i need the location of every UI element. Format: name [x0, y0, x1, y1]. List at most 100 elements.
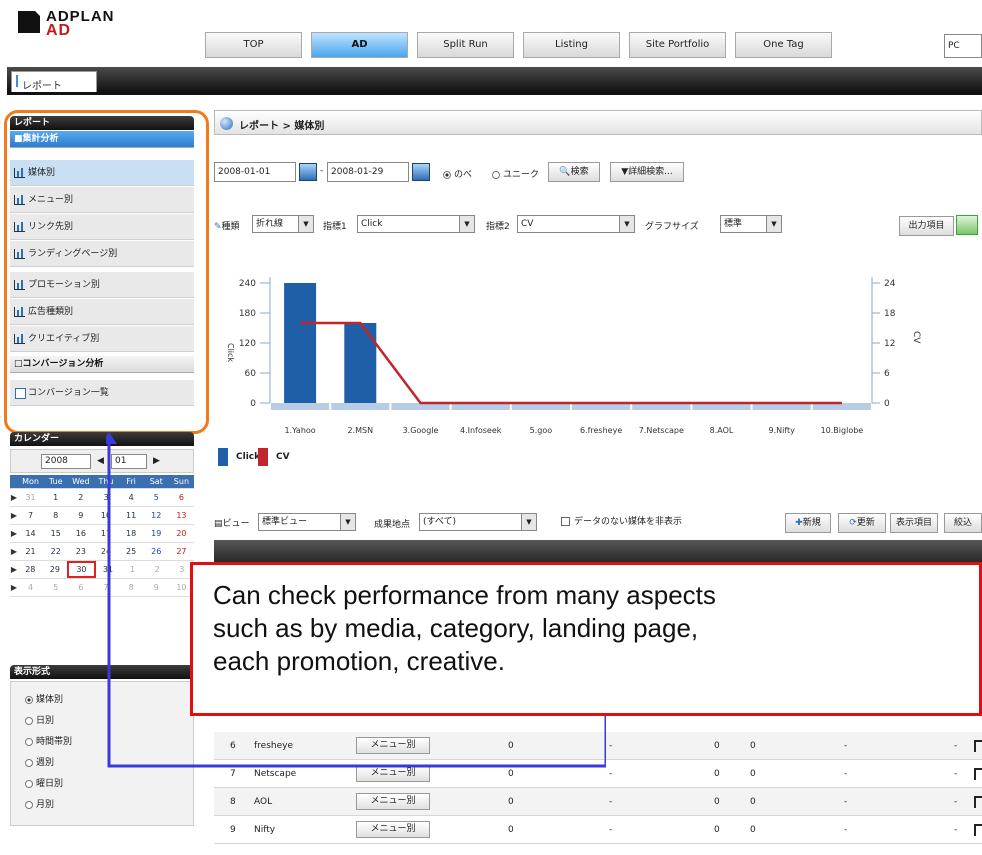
format-option-hourly[interactable]: 時間帯別: [25, 734, 72, 747]
calendar-day[interactable]: 22: [43, 543, 68, 560]
calendar-day[interactable]: 2: [68, 489, 93, 506]
calendar-day[interactable]: 19: [144, 525, 169, 542]
calendar-day[interactable]: 15: [43, 525, 68, 542]
calendar-to-icon[interactable]: [412, 163, 430, 181]
date-to-input[interactable]: 2008-01-29: [327, 162, 409, 182]
calendar-weekday: Sat: [149, 477, 163, 486]
calendar-day[interactable]: 28: [18, 561, 43, 578]
calendar-day[interactable]: 24: [93, 543, 118, 560]
row-menu-button[interactable]: メニュー別: [356, 765, 430, 782]
legend-cv-label: CV: [276, 452, 290, 462]
row-cvr: -: [844, 797, 848, 807]
calendar-day[interactable]: 27: [169, 543, 194, 560]
calendar-prev-icon[interactable]: ◀: [97, 456, 104, 466]
calendar-day[interactable]: 31: [18, 489, 43, 506]
index2-select[interactable]: CV: [517, 215, 635, 233]
calendar-day[interactable]: 29: [43, 561, 68, 578]
tab-report[interactable]: レポート: [11, 71, 97, 94]
calendar-day[interactable]: 11: [119, 507, 144, 524]
calendar-day[interactable]: 30: [67, 561, 96, 578]
row-checkbox[interactable]: [974, 796, 982, 808]
format-option-media[interactable]: 媒体別: [25, 692, 63, 705]
week-arrow-icon[interactable]: ▶: [10, 579, 18, 596]
calendar-day[interactable]: 8: [43, 507, 68, 524]
calendar-day[interactable]: 26: [144, 543, 169, 560]
calendar-day[interactable]: 5: [144, 489, 169, 506]
result-select[interactable]: (すべて): [419, 513, 537, 531]
format-option-weekly[interactable]: 週別: [25, 755, 54, 768]
calendar-day[interactable]: 9: [68, 507, 93, 524]
calendar-day[interactable]: 23: [68, 543, 93, 560]
calendar-day[interactable]: 17: [93, 525, 118, 542]
category-band: [271, 403, 330, 410]
detail-search-button[interactable]: ▼詳細検索...: [610, 162, 684, 182]
calendar-month-select[interactable]: 01: [111, 454, 147, 469]
new-button[interactable]: ✚新規: [785, 513, 831, 533]
filter-button[interactable]: 絞込: [944, 513, 982, 533]
calendar-day[interactable]: 14: [18, 525, 43, 542]
week-arrow-icon[interactable]: ▶: [10, 525, 18, 542]
calendar-day[interactable]: 25: [119, 543, 144, 560]
nav-site-portfolio-button[interactable]: Site Portfolio: [629, 32, 726, 58]
calendar-next-icon[interactable]: ▶: [153, 456, 160, 466]
row-checkbox[interactable]: [974, 824, 982, 836]
calendar-day[interactable]: 5: [43, 579, 68, 596]
row-checkbox[interactable]: [974, 740, 982, 752]
refresh-graph-icon[interactable]: [956, 215, 978, 235]
row-checkbox[interactable]: [974, 768, 982, 780]
graph-type-select[interactable]: 折れ線: [252, 215, 314, 233]
export-button[interactable]: 出力項目: [899, 216, 954, 236]
calendar-day[interactable]: 10: [93, 507, 118, 524]
week-arrow-icon[interactable]: ▶: [10, 489, 18, 506]
row-menu-button[interactable]: メニュー別: [356, 793, 430, 810]
graph-size-select[interactable]: 標準: [720, 215, 782, 233]
index1-select[interactable]: Click: [357, 215, 475, 233]
date-from-input[interactable]: 2008-01-01: [214, 162, 296, 182]
radio-unique[interactable]: ユニーク: [492, 167, 539, 180]
nav-top-button[interactable]: TOP: [205, 32, 302, 58]
calendar-day[interactable]: 20: [169, 525, 194, 542]
calendar-day[interactable]: 9: [144, 579, 169, 596]
calendar-day[interactable]: 13: [169, 507, 194, 524]
pc-field[interactable]: PC: [944, 34, 982, 58]
calendar-day[interactable]: 18: [119, 525, 144, 542]
nav-ad-button[interactable]: AD: [311, 32, 408, 58]
calendar-day[interactable]: 4: [119, 489, 144, 506]
search-button[interactable]: 🔍検索: [548, 162, 600, 182]
format-option-weekday[interactable]: 曜日別: [25, 776, 63, 789]
calendar-day[interactable]: 7: [18, 507, 43, 524]
nav-one-tag-button[interactable]: One Tag: [735, 32, 832, 58]
display-items-button[interactable]: 表示項目: [890, 513, 938, 533]
view-select[interactable]: 標準ビュー: [258, 513, 356, 531]
row-clicks: 0: [508, 825, 514, 835]
calendar-day[interactable]: 7: [93, 579, 118, 596]
calendar-year-select[interactable]: 2008: [41, 454, 91, 469]
calendar-day[interactable]: 12: [144, 507, 169, 524]
table-row: 9 Nifty メニュー別 0 - 0 0 - -: [214, 816, 982, 844]
format-option-daily[interactable]: 日別: [25, 713, 54, 726]
nav-split-run-button[interactable]: Split Run: [417, 32, 514, 58]
x-tick-label: 7.Netscape: [639, 426, 684, 435]
calendar-from-icon[interactable]: [299, 163, 317, 181]
calendar-day[interactable]: 3: [93, 489, 118, 506]
calendar-day[interactable]: 31: [96, 561, 121, 578]
calendar-day[interactable]: 4: [18, 579, 43, 596]
calendar-day[interactable]: 1: [43, 489, 68, 506]
hide-empty-checkbox[interactable]: データのない媒体を非表示: [561, 514, 682, 527]
nav-listing-button[interactable]: Listing: [523, 32, 620, 58]
calendar-day[interactable]: 1: [120, 561, 145, 578]
row-menu-button[interactable]: メニュー別: [356, 821, 430, 838]
calendar-day[interactable]: 21: [18, 543, 43, 560]
week-arrow-icon[interactable]: ▶: [10, 543, 18, 560]
format-option-monthly[interactable]: 月別: [25, 797, 54, 810]
calendar-day[interactable]: 6: [169, 489, 194, 506]
calendar-day[interactable]: 2: [145, 561, 170, 578]
calendar-day[interactable]: 8: [119, 579, 144, 596]
week-arrow-icon[interactable]: ▶: [10, 561, 18, 578]
refresh-button[interactable]: ⟳更新: [838, 513, 886, 533]
calendar-day[interactable]: 6: [68, 579, 93, 596]
radio-all[interactable]: のべ: [443, 167, 472, 180]
calendar-day[interactable]: 16: [68, 525, 93, 542]
row-menu-button[interactable]: メニュー別: [356, 737, 430, 754]
week-arrow-icon[interactable]: ▶: [10, 507, 18, 524]
